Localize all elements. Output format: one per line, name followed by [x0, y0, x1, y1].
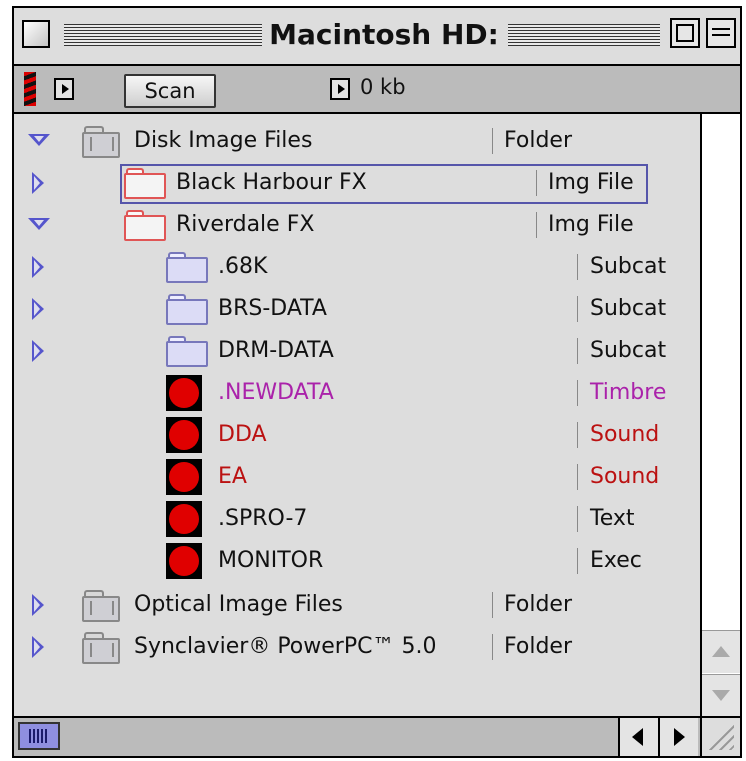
list-item[interactable]: BRS-DATA Subcat — [14, 288, 700, 330]
item-name: .68K — [218, 254, 268, 279]
column-divider — [577, 338, 578, 364]
scroll-up-arrow-icon[interactable] — [702, 630, 740, 673]
list-item[interactable]: .68K Subcat — [14, 246, 700, 288]
grey-folder-icon — [82, 632, 122, 664]
list-item[interactable]: Disk Image Files Folder — [14, 120, 700, 162]
title-bar-stripes-left — [64, 24, 262, 46]
disclosure-triangle-closed-icon[interactable] — [24, 246, 46, 288]
size-text: 0 kb — [360, 75, 406, 99]
item-kind: Text — [590, 506, 635, 531]
list-item[interactable]: MONITOR Exec — [14, 540, 700, 582]
item-kind: Img File — [548, 170, 634, 195]
drive-status-icon — [24, 72, 36, 106]
expand-toolbar-triangle-icon[interactable] — [54, 78, 74, 100]
subcat-folder-icon — [166, 294, 208, 325]
item-name: Riverdale FX — [176, 212, 315, 237]
window-title: Macintosh HD: — [269, 18, 499, 51]
item-name: Optical Image Files — [134, 592, 343, 617]
column-divider — [577, 422, 578, 448]
item-name: MONITOR — [218, 548, 324, 573]
red-dot-file-icon — [166, 459, 202, 495]
item-kind: Folder — [504, 634, 572, 659]
item-kind: Sound — [590, 464, 660, 489]
item-kind: Folder — [504, 128, 572, 153]
column-divider — [536, 170, 537, 196]
item-kind: Img File — [548, 212, 634, 237]
column-divider — [536, 212, 537, 238]
item-name: DRM-DATA — [218, 338, 334, 363]
column-divider — [577, 296, 578, 322]
item-name: DDA — [218, 422, 267, 447]
scroll-left-arrow-icon[interactable] — [618, 718, 658, 756]
size-readout: 0 kb — [360, 72, 720, 112]
column-divider — [577, 380, 578, 406]
item-kind: Sound — [590, 422, 660, 447]
item-kind: Subcat — [590, 254, 667, 279]
column-divider — [492, 128, 493, 154]
title-bar-stripes-right — [508, 24, 660, 46]
column-divider — [577, 464, 578, 490]
disclosure-triangle-closed-icon[interactable] — [24, 162, 46, 204]
red-dot-file-icon — [166, 417, 202, 453]
size-expand-triangle-icon[interactable] — [330, 78, 350, 100]
scan-button[interactable]: Scan — [124, 74, 216, 108]
red-dot-file-icon — [166, 501, 202, 537]
column-divider — [577, 548, 578, 574]
zoom-box-icon[interactable] — [670, 18, 700, 48]
vertical-scrollbar[interactable] — [700, 114, 740, 717]
title-bar[interactable]: Macintosh HD: — [14, 8, 740, 64]
item-name: Disk Image Files — [134, 128, 313, 153]
list-item[interactable]: Riverdale FX Img File — [14, 204, 700, 246]
scroll-right-arrow-icon[interactable] — [658, 718, 698, 756]
horizontal-scrollbar[interactable] — [14, 716, 700, 756]
disclosure-triangle-closed-icon[interactable] — [24, 288, 46, 330]
item-name: .SPRO-7 — [218, 506, 308, 531]
list-item[interactable]: Black Harbour FX Img File — [14, 162, 700, 204]
disclosure-triangle-closed-icon[interactable] — [24, 626, 46, 668]
item-name: Synclavier® PowerPC™ 5.0 — [134, 634, 437, 659]
grey-folder-icon — [82, 126, 122, 158]
grey-folder-icon — [82, 590, 122, 622]
item-kind: Exec — [590, 548, 642, 573]
item-kind: Subcat — [590, 296, 667, 321]
file-list: Disk Image Files Folder Black Harbour FX… — [14, 114, 700, 716]
scroll-down-arrow-icon[interactable] — [702, 674, 740, 717]
scroll-thumb[interactable] — [18, 722, 60, 750]
item-kind: Subcat — [590, 338, 667, 363]
column-divider — [577, 506, 578, 532]
list-item[interactable]: EA Sound — [14, 456, 700, 498]
disclosure-triangle-closed-icon[interactable] — [24, 330, 46, 372]
toolbar: Scan 0 kb — [14, 64, 740, 114]
item-name: BRS-DATA — [218, 296, 327, 321]
finder-window: Macintosh HD: Scan 0 kb Disk Image Files… — [12, 6, 742, 758]
item-kind: Folder — [504, 592, 572, 617]
red-dot-file-icon — [166, 543, 202, 579]
collapse-box-icon[interactable] — [706, 18, 736, 48]
column-divider — [577, 254, 578, 280]
list-item[interactable]: Synclavier® PowerPC™ 5.0 Folder — [14, 626, 700, 668]
resize-grow-box-icon[interactable] — [700, 716, 740, 756]
list-item[interactable]: .SPRO-7 Text — [14, 498, 700, 540]
item-name: .NEWDATA — [218, 380, 334, 405]
red-dot-file-icon — [166, 375, 202, 411]
column-divider — [492, 634, 493, 660]
item-kind: Timbre — [590, 380, 667, 405]
close-box-icon[interactable] — [22, 20, 50, 48]
image-file-folder-icon — [124, 210, 166, 241]
list-item[interactable]: .NEWDATA Timbre — [14, 372, 700, 414]
image-file-folder-icon — [124, 168, 166, 199]
disclosure-triangle-open-icon[interactable] — [24, 120, 50, 162]
item-name: Black Harbour FX — [176, 170, 367, 195]
subcat-folder-icon — [166, 252, 208, 283]
item-name: EA — [218, 464, 247, 489]
list-item[interactable]: Optical Image Files Folder — [14, 584, 700, 626]
subcat-folder-icon — [166, 336, 208, 367]
list-item[interactable]: DRM-DATA Subcat — [14, 330, 700, 372]
disclosure-triangle-open-icon[interactable] — [24, 204, 50, 246]
disclosure-triangle-closed-icon[interactable] — [24, 584, 46, 626]
list-item[interactable]: DDA Sound — [14, 414, 700, 456]
column-divider — [492, 592, 493, 618]
